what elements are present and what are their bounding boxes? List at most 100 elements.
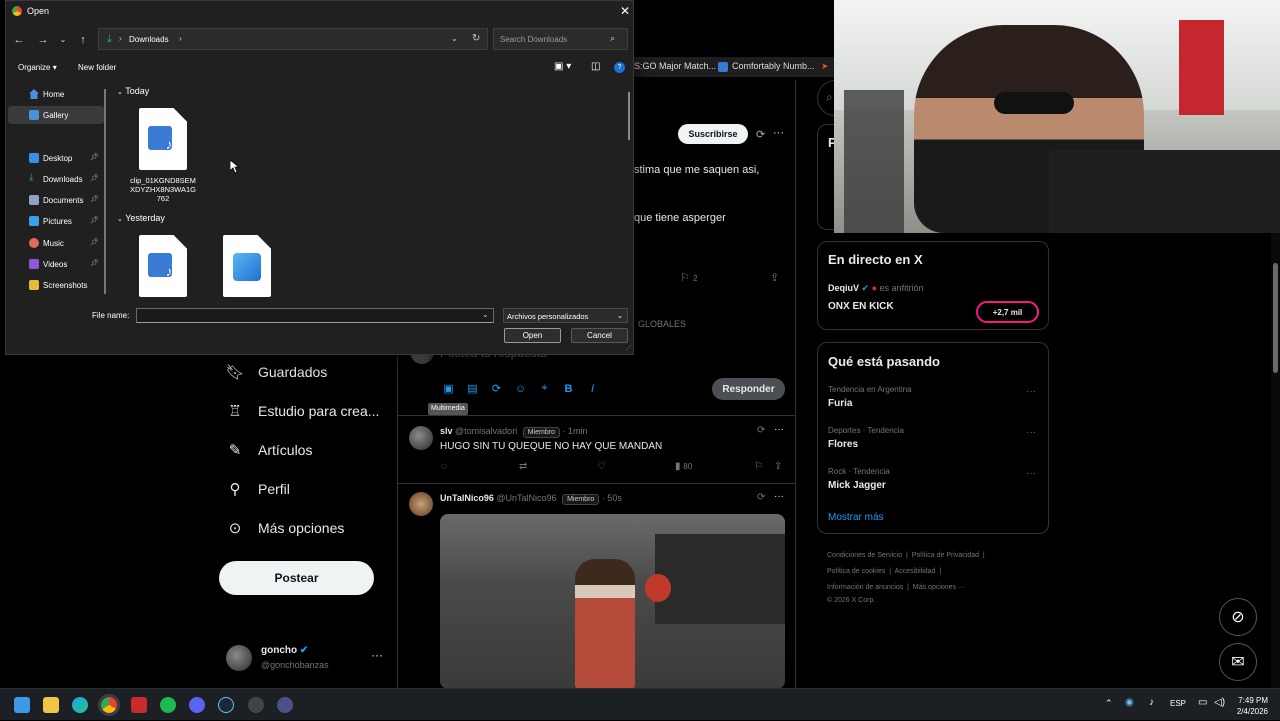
- edge-icon[interactable]: [72, 697, 88, 713]
- location-icon[interactable]: ⌖: [538, 382, 551, 395]
- sidebar-item-screenshots[interactable]: Screenshots: [8, 276, 104, 294]
- share-icon[interactable]: ⇪: [770, 271, 779, 284]
- address-bar[interactable]: ⤓ › Downloads › ⌄ ↻: [98, 28, 488, 50]
- nav-guardados[interactable]: 🔖︎ Guardados: [225, 357, 327, 387]
- trend-item[interactable]: Deportes · Tendencia Flores: [828, 426, 1038, 450]
- volume-icon[interactable]: ◁): [1214, 697, 1225, 708]
- nav-articulos[interactable]: ✎ Artículos: [226, 435, 313, 465]
- bookmark-extra-icon[interactable]: ➤: [821, 61, 829, 72]
- scrollbar-thumb[interactable]: [1273, 263, 1278, 373]
- footer-link[interactable]: Política de Privacidad: [912, 552, 979, 559]
- sidebar-item-music[interactable]: Music 📌︎: [8, 234, 104, 252]
- discord-icon[interactable]: [189, 697, 205, 713]
- organize-button[interactable]: Organize ▾: [18, 63, 57, 72]
- group-header-yesterday[interactable]: ⌄ Yesterday: [117, 213, 165, 223]
- chevron-down-icon[interactable]: ⌄: [482, 310, 489, 319]
- file-item[interactable]: [214, 235, 280, 303]
- chevron-down-icon[interactable]: ⌄: [56, 33, 70, 47]
- spotify-icon[interactable]: [160, 697, 176, 713]
- footer-link[interactable]: Accesibilidad: [895, 568, 936, 575]
- bookmark-csgo[interactable]: S:GO Major Match...: [634, 61, 716, 71]
- microphone-icon[interactable]: ♪: [1149, 697, 1154, 708]
- steam-icon[interactable]: [218, 697, 234, 713]
- tweet[interactable]: slv @tomisalvadori Miembro · 1min ⟳ ··· …: [397, 415, 796, 483]
- more-icon[interactable]: ···: [1026, 468, 1036, 479]
- italic-icon[interactable]: I: [586, 382, 599, 395]
- forward-icon[interactable]: →: [36, 33, 50, 47]
- subscribe-button[interactable]: Suscribirse: [678, 124, 748, 144]
- file-list-scrollbar[interactable]: [628, 92, 630, 140]
- more-icon[interactable]: ···: [774, 491, 784, 502]
- media-app-icon[interactable]: [131, 697, 147, 713]
- media-icon[interactable]: ▣: [442, 382, 455, 395]
- tweet-video[interactable]: [440, 514, 785, 689]
- file-explorer-icon[interactable]: [43, 697, 59, 713]
- live-viewers-badge[interactable]: +2,7 mil: [976, 301, 1039, 323]
- grok-icon[interactable]: ⟳: [757, 425, 765, 436]
- bookmark-icon[interactable]: ⚐: [754, 461, 763, 472]
- resize-grip-icon[interactable]: ⋰: [625, 344, 632, 352]
- retweet-icon[interactable]: ⇄: [519, 461, 527, 472]
- nav-mas-opciones[interactable]: ⊙ Más opciones: [226, 513, 345, 543]
- sidebar-item-documents[interactable]: Documents 📌︎: [8, 191, 104, 209]
- reply-icon[interactable]: ◌: [441, 461, 447, 472]
- nav-perfil[interactable]: ⚲ Perfil: [226, 474, 290, 504]
- footer-link[interactable]: Información de anuncios: [827, 584, 903, 591]
- chevron-right-icon[interactable]: ›: [179, 34, 182, 43]
- bold-icon[interactable]: B: [562, 382, 575, 395]
- emoji-icon[interactable]: ☺: [514, 382, 527, 395]
- grok-icon[interactable]: ⟳: [490, 382, 503, 395]
- chrome-icon[interactable]: [98, 694, 120, 716]
- tweet[interactable]: UnTalNico96 @UnTalNico96 Miembro · 50s ⟳…: [397, 483, 796, 689]
- dialog-titlebar[interactable]: Open ✕: [6, 1, 633, 21]
- file-item[interactable]: ♪: [130, 235, 196, 303]
- view-options-icon[interactable]: ▣ ▾: [554, 61, 571, 72]
- views-icon[interactable]: ▮ 80: [675, 461, 692, 472]
- page-scrollbar[interactable]: [1271, 233, 1280, 688]
- app-icon[interactable]: [277, 697, 293, 713]
- more-icon[interactable]: ···: [371, 648, 383, 662]
- sidebar-item-gallery[interactable]: Gallery: [8, 106, 104, 124]
- nav-estudio[interactable]: ♖ Estudio para crea...: [226, 396, 379, 426]
- up-icon[interactable]: ↑: [76, 33, 90, 47]
- network-icon[interactable]: ▭: [1198, 697, 1207, 708]
- back-icon[interactable]: ←: [12, 33, 26, 47]
- refresh-icon[interactable]: ↻: [472, 33, 480, 44]
- clock[interactable]: 7:49 PM 2/4/2026: [1228, 695, 1268, 717]
- sidebar-item-pictures[interactable]: Pictures 📌︎: [8, 212, 104, 230]
- sidebar-item-videos[interactable]: Videos 📌︎: [8, 255, 104, 273]
- close-icon[interactable]: ✕: [618, 4, 632, 18]
- more-icon[interactable]: ···: [1026, 386, 1036, 397]
- steam-tray-icon[interactable]: ◉: [1125, 697, 1134, 708]
- more-icon[interactable]: ···: [773, 127, 784, 139]
- group-header-today[interactable]: ⌄ Today: [117, 86, 149, 96]
- grok-icon[interactable]: ⟳: [757, 492, 765, 503]
- new-folder-button[interactable]: New folder: [78, 63, 116, 72]
- more-icon[interactable]: ···: [774, 424, 784, 435]
- show-more-link[interactable]: Mostrar más: [828, 512, 884, 523]
- file-type-select[interactable]: Archivos personalizados ⌄: [503, 308, 628, 323]
- help-icon[interactable]: ?: [614, 62, 625, 73]
- reply-button[interactable]: Responder: [712, 378, 785, 400]
- sidebar-item-desktop[interactable]: Desktop 📌︎: [8, 149, 104, 167]
- trend-item[interactable]: Rock · Tendencia Mick Jagger: [828, 467, 1038, 491]
- account-switcher[interactable]: goncho ✔ @gonchobanzas ···: [226, 643, 396, 679]
- footer-link[interactable]: Más opciones ···: [913, 584, 965, 591]
- grok-button[interactable]: ⊘: [1219, 598, 1257, 636]
- like-icon[interactable]: ♡: [597, 461, 606, 472]
- live-card[interactable]: En directo en X DeqiuV ✔ ● es anfitrión …: [817, 241, 1049, 330]
- post-button[interactable]: Postear: [219, 561, 374, 595]
- sidebar-item-home[interactable]: Home: [8, 85, 104, 103]
- bookmark-comfortably-numb[interactable]: Comfortably Numb...: [718, 61, 815, 72]
- bookmark-action[interactable]: ⚐ 2: [680, 271, 697, 284]
- app-icon[interactable]: [248, 697, 264, 713]
- chevron-down-icon[interactable]: ⌄: [451, 34, 458, 43]
- gif-icon[interactable]: ▤: [466, 382, 479, 395]
- language-indicator[interactable]: ESP: [1170, 699, 1186, 708]
- preview-pane-icon[interactable]: ◫: [591, 61, 600, 72]
- grok-icon[interactable]: ⟳: [756, 128, 765, 141]
- footer-link[interactable]: Condiciones de Servicio: [827, 552, 902, 559]
- trend-item[interactable]: Tendencia en Argentina Furia: [828, 385, 1038, 409]
- chevron-up-icon[interactable]: ⌃: [1105, 698, 1113, 709]
- search-input[interactable]: [493, 28, 628, 50]
